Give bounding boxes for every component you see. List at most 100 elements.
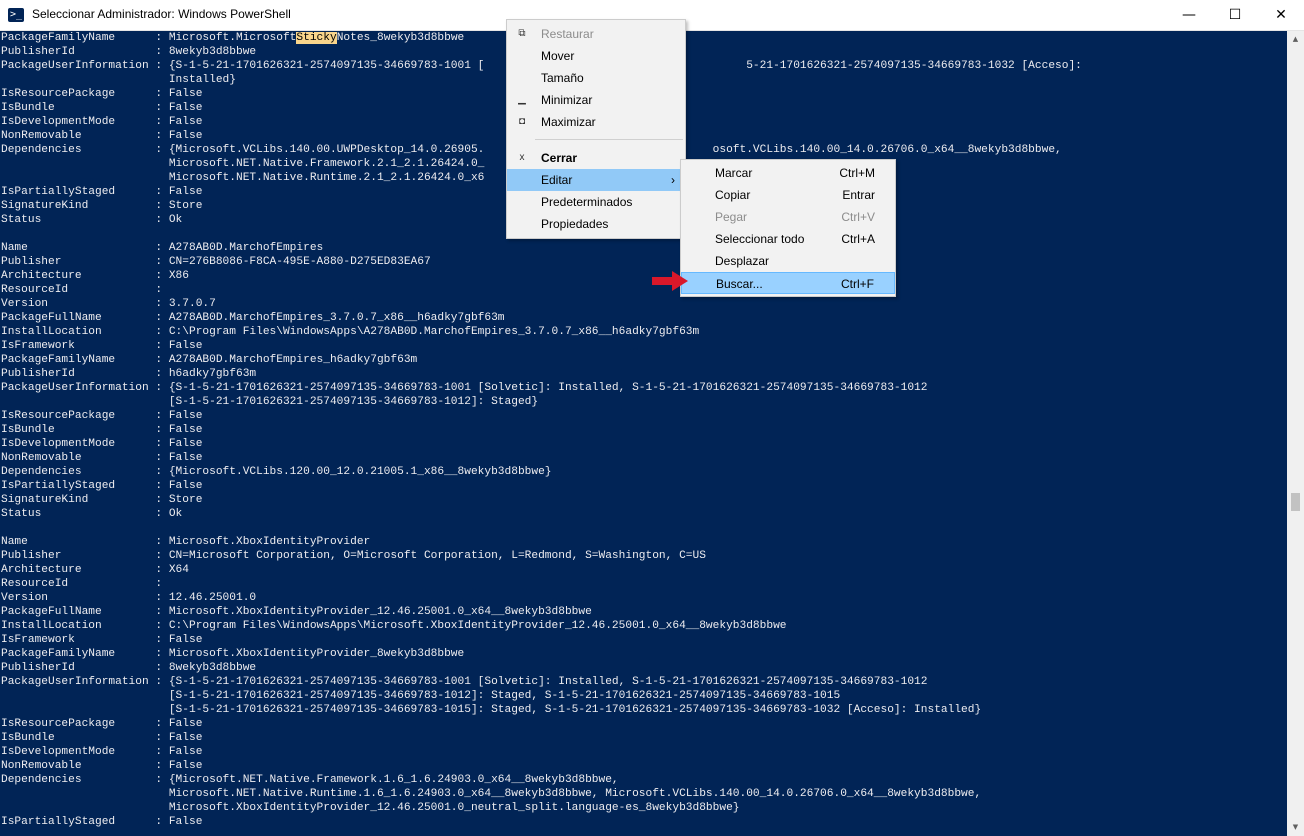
submenu-item-buscar[interactable]: Buscar... Ctrl+F	[681, 272, 895, 294]
console-text-segment: IsFramework : False	[1, 340, 203, 352]
console-text-segment: ResourceId :	[1, 578, 163, 590]
menu-item-editar[interactable]: Editar ›	[507, 169, 685, 191]
console-line: IsResourcePackage : False	[1, 718, 202, 730]
console-line: PackageFamilyName : A278AB0D.MarchofEmpi…	[1, 354, 417, 366]
scroll-up-icon[interactable]: ▲	[1287, 31, 1304, 48]
menu-item-tamano[interactable]: Tamaño	[507, 67, 685, 89]
search-highlight: Sticky	[296, 32, 337, 44]
menu-item-minimizar[interactable]: ▁ Minimizar	[507, 89, 685, 111]
console-text-segment: Status : Ok	[1, 214, 183, 226]
restore-icon: ⧉	[518, 28, 526, 39]
maximize-icon: ◘	[518, 116, 526, 127]
console-line: IsResourcePackage : False	[1, 410, 202, 422]
submenu-item-label: Pegar	[715, 210, 748, 224]
menu-item-cerrar[interactable]: x Cerrar	[507, 147, 685, 169]
menu-separator	[535, 139, 683, 140]
edit-submenu: Marcar Ctrl+M Copiar Entrar Pegar Ctrl+V Selec…	[680, 159, 896, 297]
console-line: Microsoft.XboxIdentityProvider_12.46.250…	[1, 802, 740, 814]
submenu-item-desplazar[interactable]: Desplazar	[681, 250, 895, 272]
console-text-segment: Dependencies : {Microsoft.VCLibs.120.00_…	[1, 466, 552, 478]
menu-item-label: Cerrar	[541, 151, 578, 165]
vertical-scrollbar[interactable]: ▲ ▼	[1287, 31, 1304, 836]
submenu-item-pegar[interactable]: Pegar Ctrl+V	[681, 206, 895, 228]
console-line: [S-1-5-21-1701626321-2574097135-34669783…	[1, 396, 538, 408]
console-line: Dependencies : {Microsoft.NET.Native.Fra…	[1, 774, 619, 786]
console-text-segment: IsResourcePackage : False	[1, 718, 203, 730]
console-text-segment: [S-1-5-21-1701626321-2574097135-34669783…	[1, 396, 539, 408]
console-text-segment: PackageUserInformation : {S-1-5-21-17016…	[1, 382, 928, 394]
minimize-icon: ▁	[518, 94, 526, 105]
console-line: IsBundle : False	[1, 732, 202, 744]
console-text-segment: Notes_8wekyb3d8bbwe	[336, 32, 465, 44]
console-line: IsPartiallyStaged : False	[1, 480, 202, 492]
console-line: ResourceId :	[1, 578, 162, 590]
scroll-thumb[interactable]	[1291, 493, 1300, 511]
submenu-item-marcar[interactable]: Marcar Ctrl+M	[681, 162, 895, 184]
console-text-segment: PackageFamilyName : Microsoft.XboxIdenti…	[1, 648, 465, 660]
console-text-segment: PackageFamilyName : A278AB0D.MarchofEmpi…	[1, 354, 418, 366]
submenu-item-label: Desplazar	[715, 254, 770, 268]
console-text-segment: InstallLocation : C:\Program Files\Windo…	[1, 326, 700, 338]
console-line: IsDevelopmentMode : False	[1, 116, 202, 128]
menu-item-label: Restaurar	[541, 27, 594, 41]
submenu-item-label: Seleccionar todo	[715, 232, 805, 246]
console-text-segment: Name : A278AB0D.MarchofEmpires	[1, 242, 324, 254]
console-text-segment: IsPartiallyStaged : False	[1, 480, 203, 492]
powershell-icon[interactable]: >_	[8, 8, 24, 22]
console-line: NonRemovable : False	[1, 130, 202, 142]
console-text-segment: NonRemovable : False	[1, 452, 203, 464]
console-line: PublisherId : h6adky7gbf63m	[1, 368, 256, 380]
console-text-segment: Version : 3.7.0.7	[1, 298, 216, 310]
menu-item-label: Propiedades	[541, 217, 609, 231]
console-text-segment: IsDevelopmentMode : False	[1, 746, 203, 758]
console-line: IsFramework : False	[1, 340, 202, 352]
console-line: SignatureKind : Store	[1, 494, 202, 506]
menu-item-label: Tamaño	[541, 71, 584, 85]
menu-item-predeterminados[interactable]: Predeterminados	[507, 191, 685, 213]
console-text-segment: Status : Ok	[1, 508, 183, 520]
minimize-button[interactable]: —	[1166, 0, 1212, 30]
console-line: ResourceId :	[1, 284, 162, 296]
console-line: IsFramework : False	[1, 634, 202, 646]
submenu-item-label: Marcar	[715, 166, 753, 180]
submenu-item-seleccionar-todo[interactable]: Seleccionar todo Ctrl+A	[681, 228, 895, 250]
console-line: IsDevelopmentMode : False	[1, 746, 202, 758]
menu-item-maximizar[interactable]: ◘ Maximizar	[507, 111, 685, 133]
console-text-segment: Microsoft.NET.Native.Runtime.1.6_1.6.249…	[1, 788, 982, 800]
console-text-segment: PackageFullName : A278AB0D.MarchofEmpire…	[1, 312, 505, 324]
console-text-segment: IsResourcePackage : False	[1, 88, 203, 100]
console-text-segment: IsPartiallyStaged : False	[1, 186, 203, 198]
menu-item-mover[interactable]: Mover	[507, 45, 685, 67]
console-text-segment: Publisher : CN=276B8086-F8CA-495E-A880-D…	[1, 256, 431, 268]
menu-item-propiedades[interactable]: Propiedades	[507, 213, 685, 235]
console-line: InstallLocation : C:\Program Files\Windo…	[1, 620, 787, 632]
submenu-item-label: Buscar...	[716, 277, 763, 291]
console-text-segment: NonRemovable : False	[1, 130, 203, 142]
menu-item-label: Mover	[541, 49, 575, 63]
console-line: Architecture : X86	[1, 270, 189, 282]
console-text-segment: Installed}	[1, 74, 236, 86]
console-line: Architecture : X64	[1, 564, 189, 576]
console-line: PackageUserInformation : {S-1-5-21-17016…	[1, 382, 927, 394]
close-button[interactable]: ✕	[1258, 0, 1304, 30]
menu-item-restaurar[interactable]: ⧉ Restaurar	[507, 23, 685, 45]
console-line: Version : 3.7.0.7	[1, 298, 216, 310]
scroll-down-icon[interactable]: ▼	[1287, 819, 1304, 836]
console-text-segment: Architecture : X86	[1, 270, 189, 282]
shortcut-label: Entrar	[842, 188, 875, 202]
submenu-item-copiar[interactable]: Copiar Entrar	[681, 184, 895, 206]
console-text-segment: IsResourcePackage : False	[1, 410, 203, 422]
console-text-segment: PublisherId : 8wekyb3d8bbwe	[1, 662, 257, 674]
console-line: PublisherId : 8wekyb3d8bbwe	[1, 662, 256, 674]
chevron-right-icon: ›	[671, 173, 675, 187]
system-menu: ⧉ Restaurar Mover Tamaño ▁ Minimizar ◘ Maximiza…	[506, 19, 686, 239]
console-text-segment: IsDevelopmentMode : False	[1, 116, 203, 128]
console-line: [S-1-5-21-1701626321-2574097135-34669783…	[1, 690, 840, 702]
console-line: PublisherId : 8wekyb3d8bbwe	[1, 46, 256, 58]
maximize-button[interactable]: ☐	[1212, 0, 1258, 30]
console-line: NonRemovable : False	[1, 452, 202, 464]
console-line: PackageFamilyName : Microsoft.MicrosoftS…	[1, 32, 464, 44]
console-text-segment: Microsoft.NET.Native.Framework.2.1_2.1.2…	[1, 158, 485, 170]
console-text-segment: Microsoft.NET.Native.Runtime.2.1_2.1.264…	[1, 172, 485, 184]
console-line: Installed}	[1, 74, 236, 86]
